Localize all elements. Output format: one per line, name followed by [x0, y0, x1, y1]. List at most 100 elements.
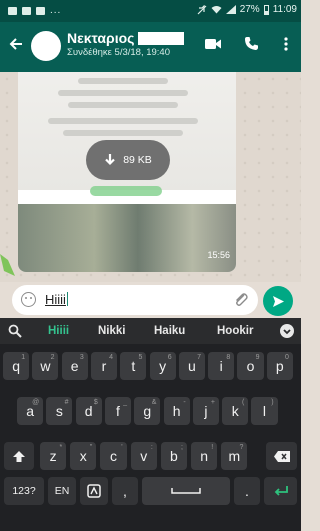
key-hint: & — [151, 399, 157, 406]
key-f[interactable]: f _ — [104, 397, 132, 425]
key-w[interactable]: w2 — [32, 352, 59, 380]
text-caret — [66, 292, 68, 306]
key-label: n — [200, 448, 208, 464]
key-hint: - — [183, 399, 186, 406]
more-vert-icon[interactable] — [284, 37, 288, 51]
key-i[interactable]: i8 — [208, 352, 235, 380]
key-o[interactable]: o9 — [237, 352, 264, 380]
key-z[interactable]: z * — [40, 442, 67, 470]
key-l[interactable]: l) — [251, 397, 278, 425]
phone-icon[interactable] — [244, 36, 259, 51]
comma-key-label: , — [123, 483, 127, 499]
battery-icon — [263, 4, 269, 15]
key-hint: 6 — [167, 354, 172, 361]
shift-key[interactable] — [4, 442, 34, 470]
emoji-icon[interactable] — [21, 292, 36, 307]
attach-icon[interactable] — [234, 292, 248, 308]
media-message-bubble[interactable]: 89 KB 15:56 — [18, 72, 236, 272]
language-key-label: EN — [54, 485, 70, 497]
symbols-key[interactable]: 123? — [4, 477, 44, 505]
key-k[interactable]: k( — [222, 397, 249, 425]
key-hint: 1 — [21, 354, 26, 361]
app-notification-icon — [36, 6, 45, 15]
image-notification-icon — [8, 6, 17, 15]
key-label: t — [131, 358, 136, 374]
key-label: u — [187, 358, 196, 374]
video-call-icon[interactable] — [205, 38, 221, 50]
clock: 11:09 — [272, 4, 297, 15]
blurred-green-element — [90, 186, 162, 196]
sticker-icon — [87, 484, 101, 498]
message-notification-icon — [22, 6, 31, 15]
key-label: r — [101, 358, 107, 374]
key-label: j — [204, 403, 208, 419]
key-hint: @ — [32, 399, 40, 406]
key-hint: 8 — [226, 354, 231, 361]
key-u[interactable]: u7 — [178, 352, 205, 380]
search-icon[interactable] — [8, 324, 22, 338]
blurred-photo-strip — [18, 204, 236, 272]
key-p[interactable]: p0 — [266, 352, 293, 380]
enter-key[interactable] — [264, 477, 297, 505]
key-a[interactable]: a @ — [17, 397, 44, 425]
key-g[interactable]: g & — [134, 397, 161, 425]
key-h[interactable]: h- — [163, 397, 190, 425]
key-label: b — [169, 448, 178, 464]
key-label: k — [231, 403, 239, 419]
key-t[interactable]: t5 — [120, 352, 147, 380]
download-icon — [105, 154, 115, 166]
key-label: s — [55, 403, 63, 419]
backspace-icon — [273, 450, 290, 462]
backspace-key[interactable] — [266, 442, 297, 470]
key-r[interactable]: r4 — [90, 352, 118, 380]
key-n[interactable]: n! — [191, 442, 218, 470]
more-notifications-icon: ... — [50, 5, 62, 16]
key-hint: 9 — [255, 354, 260, 361]
send-button[interactable] — [263, 286, 293, 316]
key-label: h — [172, 403, 181, 419]
period-key[interactable]: . — [234, 477, 260, 505]
key-q[interactable]: q1 — [3, 352, 30, 380]
key-hint: ' — [121, 444, 123, 451]
key-label: c — [109, 448, 117, 464]
contact-info[interactable]: Νεκταριος Συνδέθηκε 5/3/18, 19:40 — [67, 30, 185, 58]
key-b[interactable]: b; — [160, 442, 187, 470]
key-hint: 4 — [109, 354, 114, 361]
suggestion-1[interactable]: Hiiii — [48, 325, 69, 337]
message-input[interactable]: Hiiii — [12, 285, 258, 315]
chevron-down-icon[interactable] — [280, 324, 294, 338]
key-m[interactable]: m? — [221, 442, 248, 470]
download-button[interactable]: 89 KB — [86, 140, 170, 180]
key-hint: _ — [123, 399, 128, 406]
chat-header: Νεκταριος Συνδέθηκε 5/3/18, 19:40 — [0, 22, 301, 72]
key-hint: $ — [93, 399, 98, 406]
key-hint: ( — [241, 399, 245, 406]
space-key[interactable] — [142, 477, 230, 505]
back-arrow-icon[interactable] — [9, 35, 23, 55]
key-x[interactable]: x " — [70, 442, 97, 470]
key-hint: 5 — [138, 354, 143, 361]
comma-key[interactable]: , — [112, 477, 138, 505]
chat-area[interactable]: 89 KB 15:56 — [0, 72, 301, 282]
key-c[interactable]: c ' — [100, 442, 127, 470]
key-label: d — [84, 403, 93, 419]
language-key[interactable]: EN — [48, 477, 76, 505]
key-e[interactable]: e3 — [61, 352, 88, 380]
avatar[interactable] — [31, 31, 61, 61]
sticker-key[interactable] — [80, 477, 108, 505]
key-label: v — [140, 448, 148, 464]
key-y[interactable]: y6 — [149, 352, 176, 380]
key-label: y — [159, 358, 167, 374]
send-icon — [272, 295, 284, 307]
key-label: p — [275, 358, 284, 374]
key-hint: : — [150, 444, 153, 451]
key-d[interactable]: d $ — [75, 397, 102, 425]
key-s[interactable]: s # — [46, 397, 73, 425]
suggestion-4[interactable]: Hookir — [217, 325, 253, 337]
key-j[interactable]: j + — [192, 397, 219, 425]
message-time: 15:56 — [207, 250, 230, 260]
key-hint: # — [64, 399, 69, 406]
suggestion-3[interactable]: Haiku — [154, 325, 185, 337]
suggestion-2[interactable]: Nikki — [98, 325, 126, 337]
key-v[interactable]: v: — [130, 442, 157, 470]
